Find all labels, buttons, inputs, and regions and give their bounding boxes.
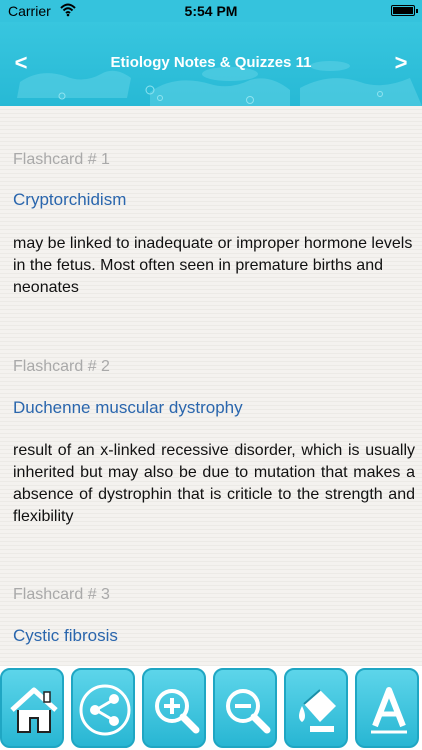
font-size-button[interactable] [355,668,419,748]
flashcard-number: Flashcard # 2 [13,358,110,375]
flashcard-definition: result of an x-linked recessive disorder… [13,442,415,525]
forward-arrow-button[interactable]: > [386,50,416,76]
battery-icon [391,5,418,16]
flashcard-3: Flashcard # 3 Cystic fibrosis [13,586,413,645]
flashcard-term: Cryptorchidism [13,190,127,209]
zoom-out-icon [226,689,271,734]
zoom-out-button[interactable] [213,668,277,748]
status-time: 5:54 PM [184,3,238,19]
home-button[interactable] [0,668,64,748]
share-button[interactable] [71,668,135,748]
flashcard-list[interactable]: Flashcard # 1 Cryptorchidism may be link… [0,106,422,666]
font-icon [371,687,407,734]
flashcard-term: Duchenne muscular dystrophy [13,398,243,417]
flashcard-1: Flashcard # 1 Cryptorchidism may be link… [13,151,413,296]
flashcard-2: Flashcard # 2 Duchenne muscular dystroph… [13,358,415,525]
paint-bucket-icon [299,689,336,732]
page-title: Etiology Notes & Quizzes 11 [110,54,312,71]
theme-color-button[interactable] [284,668,348,748]
flashcard-number: Flashcard # 1 [13,151,110,168]
flashcard-term: Cystic fibrosis [13,626,118,645]
bottom-toolbar [0,666,422,750]
zoom-in-button[interactable] [142,668,206,748]
status-bar: Carrier 5:54 PM [0,0,422,22]
flashcard-number: Flashcard # 3 [13,586,110,603]
share-icon [79,684,131,736]
home-icon [10,687,58,733]
zoom-in-icon [155,689,200,734]
navigation-bar: < Etiology Notes & Quizzes 11 > [0,22,422,106]
flashcard-definition: may be linked to inadequate or improper … [13,235,413,296]
